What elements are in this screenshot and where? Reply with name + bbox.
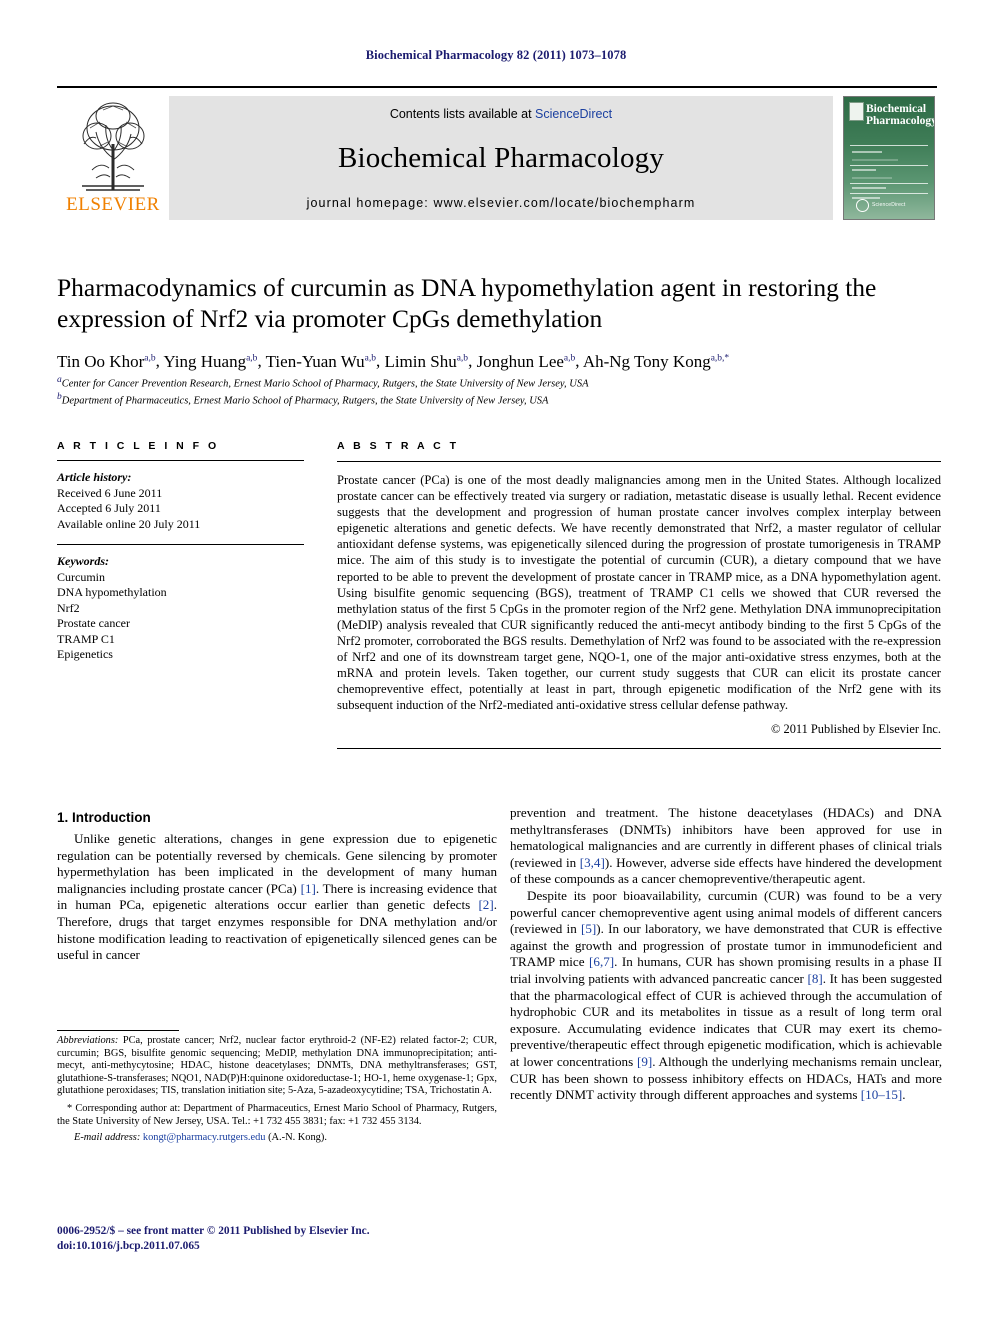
author-4[interactable]: Limin Shua,b [384, 352, 468, 371]
citation-8[interactable]: [8] [807, 971, 822, 986]
doi-line[interactable]: doi:10.1016/j.bcp.2011.07.065 [57, 1239, 497, 1254]
article-info-divider [57, 460, 304, 461]
history-online: Available online 20 July 2011 [57, 516, 201, 531]
keyword-item: TRAMP C1 [57, 631, 115, 646]
article-history-block: Article history: Received 6 June 2011 Ac… [57, 470, 304, 532]
masthead-center: Contents lists available at ScienceDirec… [169, 96, 833, 220]
elsevier-tree-icon [82, 102, 145, 191]
footnote-block: Abbreviations: PCa, prostate cancer; Nrf… [57, 1030, 497, 1145]
cover-sciencedirect-icon [856, 198, 869, 212]
affiliation-b: bDepartment of Pharmaceutics, Ernest Mar… [57, 392, 549, 407]
author-6[interactable]: Ah-Ng Tony Konga,b,* [583, 352, 729, 371]
email-label: E-mail address: [74, 1132, 141, 1144]
email-link[interactable]: kongt@pharmacy.rutgers.edu [143, 1132, 266, 1143]
intro-paragraph-3: Despite its poor bioavailability, curcum… [510, 887, 943, 1103]
history-accepted: Accepted 6 July 2011 [57, 501, 161, 515]
email-note: E-mail address: kongt@pharmacy.rutgers.e… [74, 1132, 327, 1144]
elsevier-wordmark: ELSEVIER [66, 194, 160, 215]
journal-masthead: ELSEVIER Contents lists available at Sci… [57, 86, 937, 220]
cover-title: Biochemical Pharmacology [866, 103, 935, 127]
citation-6-7[interactable]: [6,7] [589, 954, 614, 969]
abbreviations-label: Abbreviations: [57, 1035, 119, 1046]
article-history-label: Article history: [57, 470, 132, 484]
intro-paragraph-1: Unlike genetic alterations, changes in g… [57, 831, 497, 963]
contents-available-line: Contents lists available at ScienceDirec… [390, 107, 612, 121]
author-5[interactable]: Jonghun Leea,b [477, 352, 576, 371]
introduction-left-column: 1. Introduction Unlike genetic alteratio… [57, 810, 497, 964]
section-heading-introduction: 1. Introduction [57, 810, 151, 825]
contents-prefix: Contents lists available at [389, 107, 536, 121]
journal-cover-thumbnail[interactable]: Biochemical Pharmacology ScienceDirect [841, 96, 937, 220]
citation-1[interactable]: [1] [301, 881, 316, 896]
journal-homepage-link[interactable]: journal homepage: www.elsevier.com/locat… [307, 196, 696, 210]
issn-line: 0006-2952/$ – see front matter © 2011 Pu… [57, 1225, 370, 1237]
citation-9[interactable]: [9] [637, 1054, 652, 1069]
affiliation-list: aCenter for Cancer Prevention Research, … [57, 374, 941, 408]
author-2[interactable]: Ying Huanga,b [163, 352, 257, 371]
citation-3-4[interactable]: [3,4] [580, 855, 605, 870]
introduction-right-column: prevention and treatment. The histone de… [510, 805, 942, 1104]
citation-5[interactable]: [5] [581, 921, 596, 936]
abstract-text: Prostate cancer (PCa) is one of the most… [337, 473, 941, 713]
abstract-heading: A B S T R A C T [337, 440, 459, 452]
page-title: Pharmacodynamics of curcumin as DNA hypo… [57, 273, 877, 333]
keywords-label: Keywords: [57, 554, 109, 568]
keyword-item: Curcumin [57, 569, 105, 584]
abstract-panel: A B S T R A C T Prostate cancer (PCa) is… [337, 440, 941, 750]
cover-sciencedirect-label: ScienceDirect [872, 202, 906, 209]
running-head: Biochemical Pharmacology 82 (2011) 1073–… [365, 48, 627, 62]
abstract-divider [337, 461, 941, 462]
author-3[interactable]: Tien-Yuan Wua,b [266, 352, 376, 371]
article-info-heading: A R T I C L E I N F O [57, 440, 220, 452]
affiliation-a: aCenter for Cancer Prevention Research, … [57, 375, 589, 390]
citation-10-15[interactable]: [10–15] [861, 1087, 902, 1102]
author-1[interactable]: Tin Oo Khora,b [57, 352, 156, 371]
history-received: Received 6 June 2011 [57, 485, 163, 500]
keyword-item: Prostate cancer [57, 616, 130, 630]
author-list: Tin Oo Khora,b, Ying Huanga,b, Tien-Yuan… [57, 351, 730, 371]
article-page: Biochemical Pharmacology 82 (2011) 1073–… [0, 0, 992, 1323]
article-info-panel: A R T I C L E I N F O Article history: R… [57, 440, 304, 663]
citation-2[interactable]: [2] [478, 897, 493, 912]
journal-title: Biochemical Pharmacology [337, 142, 665, 174]
elsevier-logo: ELSEVIER [57, 96, 169, 220]
footnote-rule [57, 1030, 179, 1031]
issn-copyright-block: 0006-2952/$ – see front matter © 2011 Pu… [57, 1224, 497, 1253]
abbreviations-note: Abbreviations: PCa, prostate cancer; Nrf… [57, 1035, 497, 1097]
keywords-block: Keywords: Curcumin DNA hypomethylation N… [57, 554, 304, 663]
corresponding-author-note: * Corresponding author at: Department of… [57, 1102, 497, 1127]
sciencedirect-link[interactable]: ScienceDirect [535, 107, 612, 121]
keyword-item: DNA hypomethylation [57, 585, 167, 599]
abstract-bottom-divider [337, 748, 941, 750]
cover-elsevier-icon [849, 102, 864, 121]
keywords-divider [57, 544, 304, 545]
intro-paragraph-2: prevention and treatment. The histone de… [510, 805, 942, 887]
abstract-copyright: © 2011 Published by Elsevier Inc. [770, 722, 941, 737]
keyword-item: Epigenetics [57, 647, 113, 661]
keyword-item: Nrf2 [57, 600, 80, 615]
